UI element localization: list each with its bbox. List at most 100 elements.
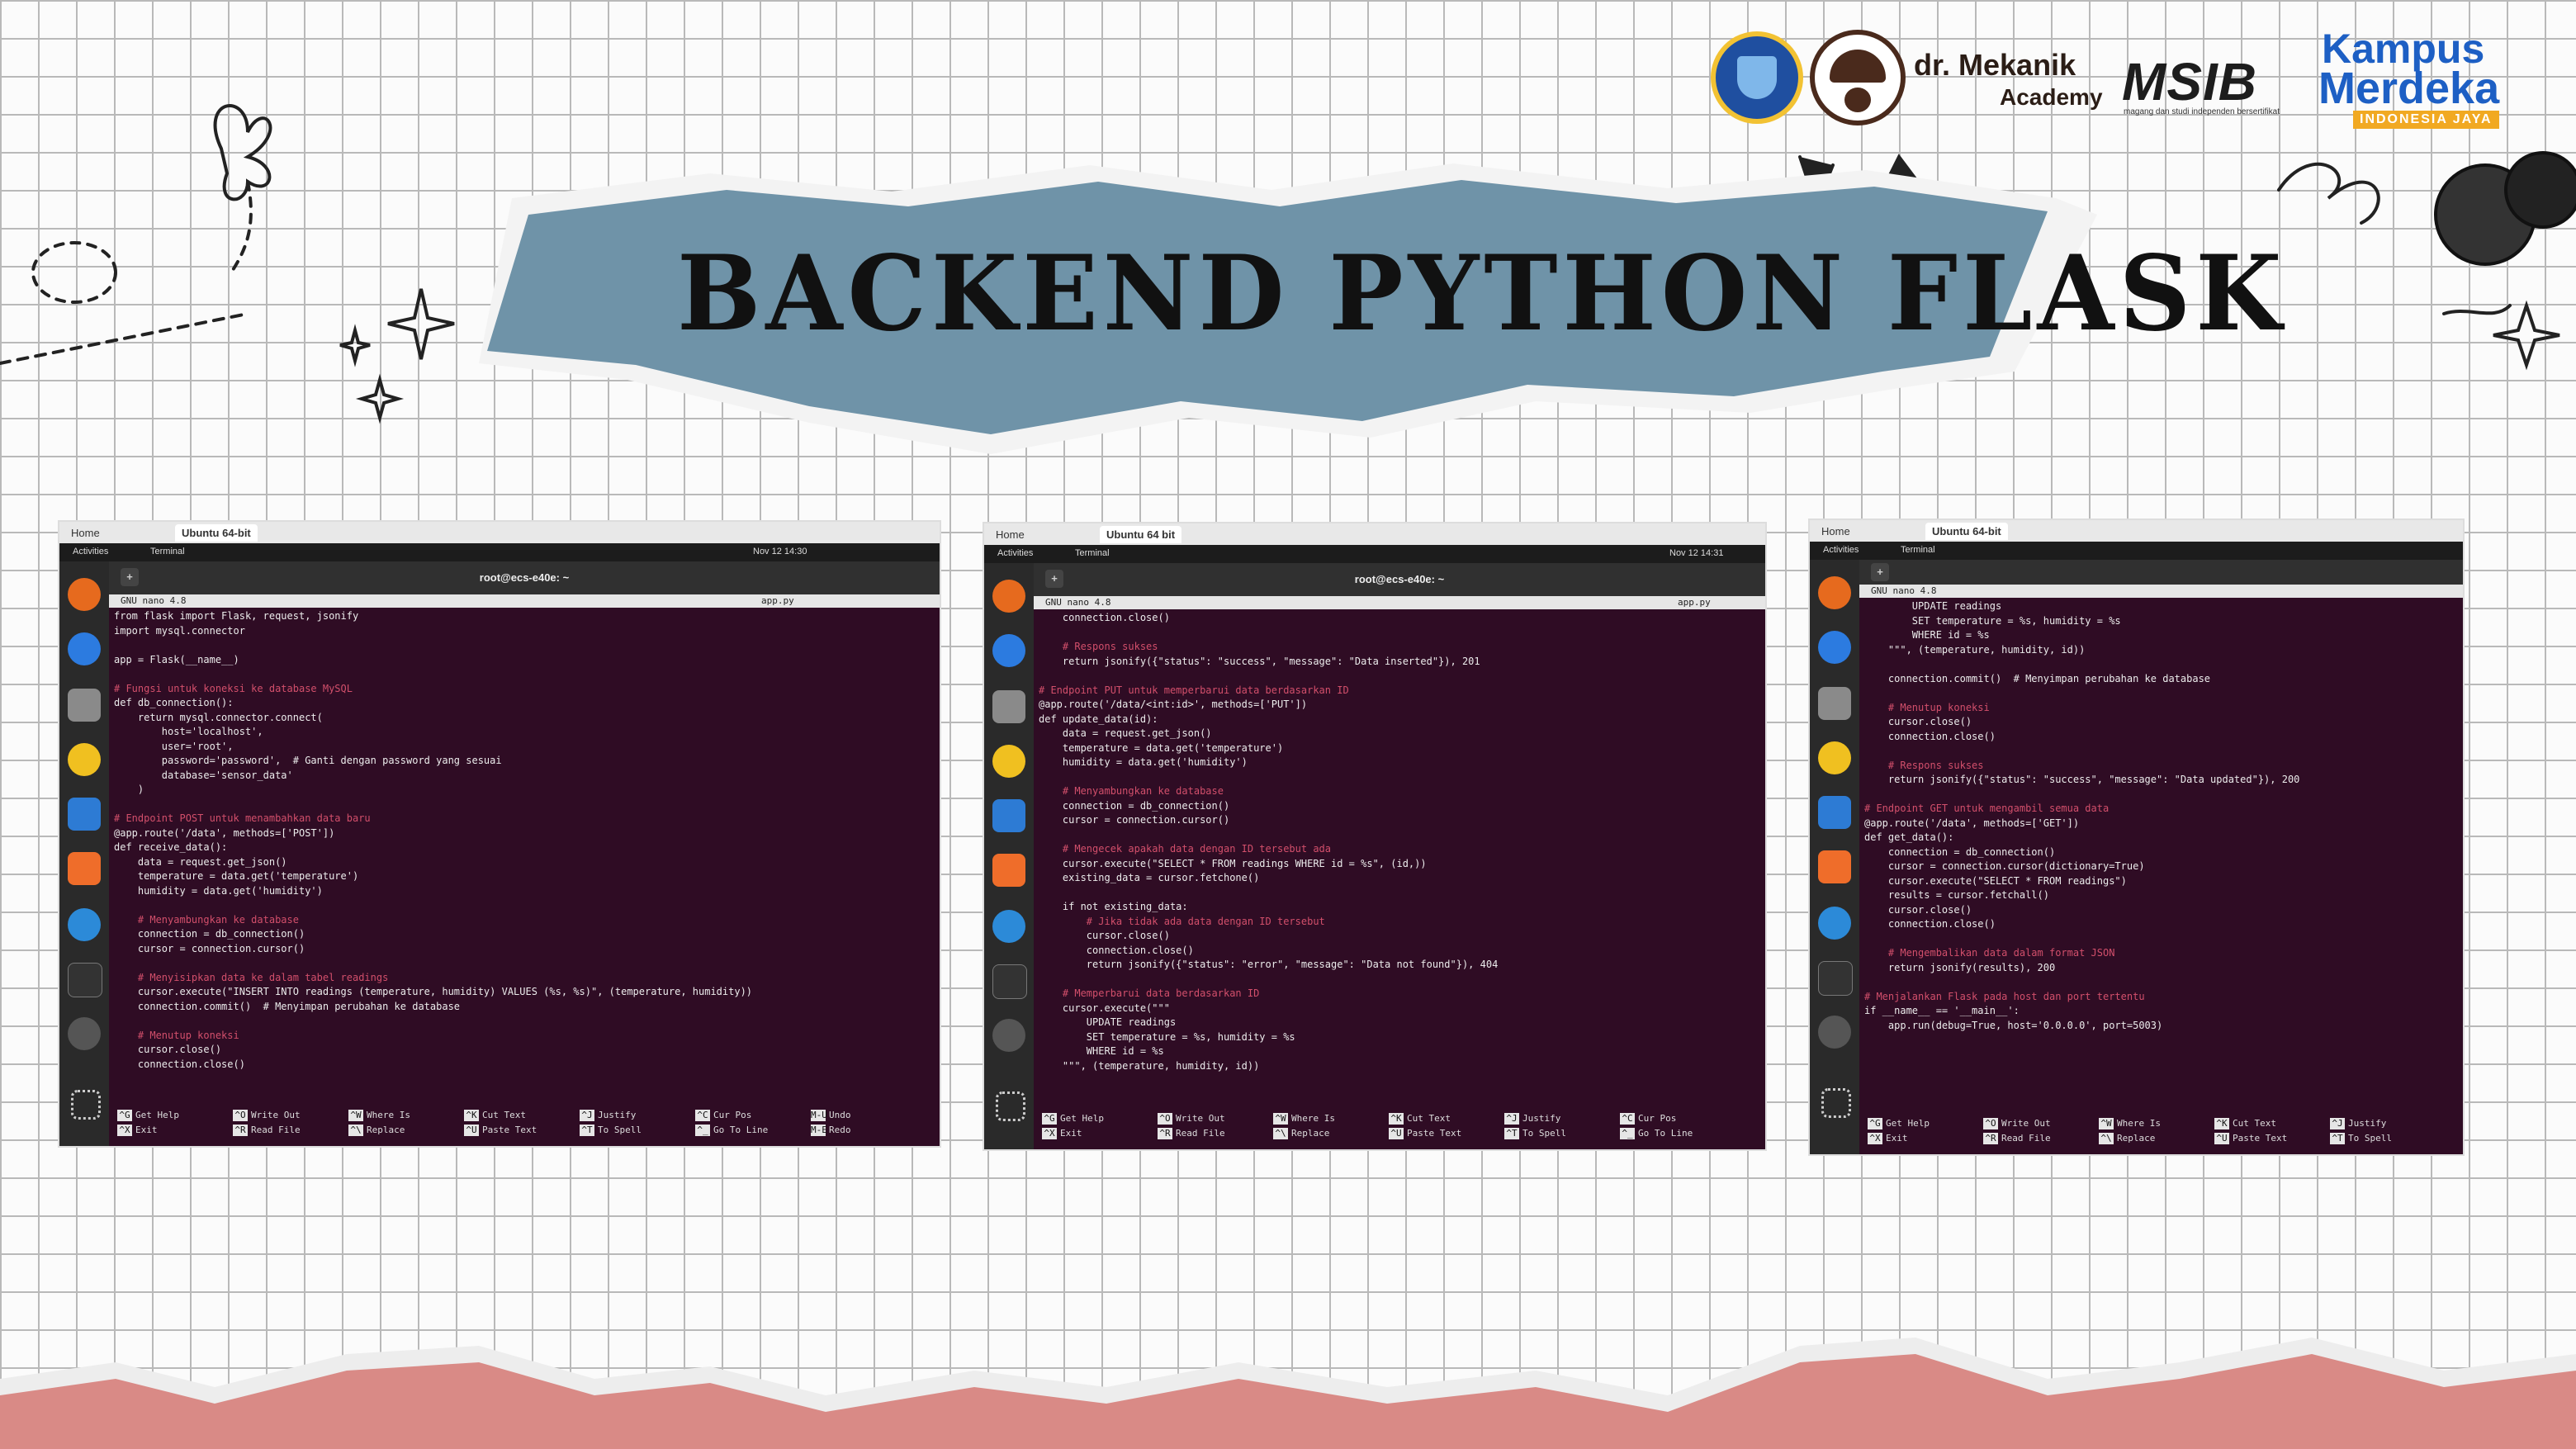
activities-button[interactable]: Activities: [73, 547, 108, 556]
shortcut-cut-text[interactable]: ^K Cut Text: [2214, 1118, 2276, 1129]
shortcut-to-spell[interactable]: ^T To Spell: [1504, 1128, 1566, 1139]
tab-home[interactable]: Home: [64, 524, 107, 542]
rhythmbox-icon[interactable]: [1818, 741, 1851, 774]
shortcut-cur-pos[interactable]: ^C Cur Pos: [1620, 1113, 1676, 1125]
files-icon[interactable]: [992, 690, 1025, 723]
shortcut-justify[interactable]: ^J Justify: [1504, 1113, 1560, 1125]
nano-version: GNU nano 4.8: [1871, 585, 1937, 596]
shortcut-read-file[interactable]: ^R Read File: [1983, 1133, 2051, 1144]
updater-icon[interactable]: [992, 1019, 1025, 1052]
code-editor[interactable]: from flask import Flask, request, jsonif…: [109, 609, 940, 1103]
terminal-icon[interactable]: [1818, 961, 1853, 996]
shortcut-paste-text[interactable]: ^U Paste Text: [1389, 1128, 1461, 1139]
code-line: # Fungsi untuk koneksi ke database MySQL: [114, 682, 353, 694]
terminal-app-label[interactable]: Terminal: [1901, 545, 1935, 555]
shortcut-where-is[interactable]: ^W Where Is: [1273, 1113, 1335, 1125]
shortcut-paste-text[interactable]: ^U Paste Text: [2214, 1133, 2287, 1144]
terminal-app-label[interactable]: Terminal: [1075, 548, 1110, 558]
shortcut-to-spell[interactable]: ^T To Spell: [580, 1125, 642, 1136]
code-line: # Menutup koneksi: [1864, 701, 1990, 713]
tab-home[interactable]: Home: [989, 526, 1031, 543]
tab-ubuntu[interactable]: Ubuntu 64-bit: [175, 524, 258, 542]
code-editor[interactable]: connection.close() # Respons sukses retu…: [1034, 611, 1765, 1106]
shortcut-write-out[interactable]: ^O Write Out: [233, 1110, 301, 1121]
app-grid-icon[interactable]: [71, 1090, 101, 1120]
shortcut-key: ^K: [464, 1110, 479, 1121]
updater-icon[interactable]: [68, 1017, 101, 1050]
app-grid-icon[interactable]: [1821, 1088, 1851, 1118]
tab-ubuntu[interactable]: Ubuntu 64-bit: [1925, 523, 2008, 540]
thunderbird-icon[interactable]: [992, 634, 1025, 667]
writer-icon[interactable]: [68, 798, 101, 831]
shortcut-justify[interactable]: ^J Justify: [580, 1110, 636, 1121]
shortcut-undo[interactable]: M-U Undo: [811, 1110, 851, 1121]
shortcut-get-help[interactable]: ^G Get Help: [1042, 1113, 1104, 1125]
help-icon[interactable]: [992, 910, 1025, 943]
thunderbird-icon[interactable]: [68, 632, 101, 665]
code-line: cursor.execute("SELECT * FROM readings"): [1864, 874, 2127, 887]
code-line: WHERE id = %s: [1039, 1045, 1164, 1057]
clock[interactable]: Nov 12 14:30: [753, 547, 807, 556]
shortcut-exit[interactable]: ^X Exit: [117, 1125, 158, 1136]
writer-icon[interactable]: [992, 799, 1025, 832]
shortcut-redo[interactable]: M-E Redo: [811, 1125, 851, 1136]
tab-home[interactable]: Home: [1815, 523, 1857, 540]
shortcut-go-to-line[interactable]: ^_ Go To Line: [1620, 1128, 1693, 1139]
shortcut-replace[interactable]: ^\ Replace: [1273, 1128, 1329, 1139]
software-icon[interactable]: [68, 852, 101, 885]
shortcut-write-out[interactable]: ^O Write Out: [1983, 1118, 2051, 1129]
terminal-app-label[interactable]: Terminal: [150, 547, 185, 556]
thunderbird-icon[interactable]: [1818, 631, 1851, 664]
shortcut-write-out[interactable]: ^O Write Out: [1158, 1113, 1225, 1125]
shortcut-read-file[interactable]: ^R Read File: [233, 1125, 301, 1136]
shortcut-where-is[interactable]: ^W Where Is: [2099, 1118, 2161, 1129]
shortcut-cur-pos[interactable]: ^C Cur Pos: [695, 1110, 751, 1121]
software-icon[interactable]: [992, 854, 1025, 887]
help-icon[interactable]: [1818, 907, 1851, 940]
shortcut-exit[interactable]: ^X Exit: [1042, 1128, 1082, 1139]
shortcut-where-is[interactable]: ^W Where Is: [348, 1110, 410, 1121]
code-editor[interactable]: UPDATE readings SET temperature = %s, hu…: [1859, 599, 2463, 1111]
app-grid-icon[interactable]: [996, 1091, 1025, 1121]
software-icon[interactable]: [1818, 850, 1851, 883]
updater-icon[interactable]: [1818, 1016, 1851, 1049]
ubuntu-dock: [59, 561, 109, 1146]
shortcut-get-help[interactable]: ^G Get Help: [1868, 1118, 1930, 1129]
shortcut-to-spell[interactable]: ^T To Spell: [2330, 1133, 2392, 1144]
shortcut-paste-text[interactable]: ^U Paste Text: [464, 1125, 537, 1136]
shortcut-replace[interactable]: ^\ Replace: [348, 1125, 405, 1136]
files-icon[interactable]: [68, 689, 101, 722]
shortcut-exit[interactable]: ^X Exit: [1868, 1133, 1908, 1144]
terminal-icon[interactable]: [68, 963, 102, 997]
shortcut-label: Cut Text: [482, 1110, 526, 1120]
tab-ubuntu[interactable]: Ubuntu 64 bit: [1100, 526, 1182, 543]
firefox-icon[interactable]: [68, 578, 101, 611]
shortcut-read-file[interactable]: ^R Read File: [1158, 1128, 1225, 1139]
shortcut-justify[interactable]: ^J Justify: [2330, 1118, 2386, 1129]
activities-button[interactable]: Activities: [997, 548, 1033, 558]
shortcut-cut-text[interactable]: ^K Cut Text: [1389, 1113, 1451, 1125]
code-line: cursor.close(): [114, 1044, 222, 1055]
shortcut-go-to-line[interactable]: ^_ Go To Line: [695, 1125, 768, 1136]
shortcut-replace[interactable]: ^\ Replace: [2099, 1133, 2155, 1144]
files-icon[interactable]: [1818, 687, 1851, 720]
clock[interactable]: Nov 12 14:31: [1669, 548, 1723, 558]
firefox-icon[interactable]: [992, 580, 1025, 613]
writer-icon[interactable]: [1818, 796, 1851, 829]
shortcut-cut-text[interactable]: ^K Cut Text: [464, 1110, 526, 1121]
nano-version: GNU nano 4.8: [121, 595, 187, 606]
code-line: if not existing_data:: [1039, 901, 1188, 912]
new-tab-icon[interactable]: +: [1871, 563, 1889, 581]
code-line: connection.close(): [114, 1058, 245, 1070]
rhythmbox-icon[interactable]: [68, 743, 101, 776]
help-icon[interactable]: [68, 908, 101, 941]
shortcut-get-help[interactable]: ^G Get Help: [117, 1110, 179, 1121]
code-line: # Respons sukses: [1039, 641, 1158, 652]
shortcut-label: Go To Line: [1638, 1128, 1693, 1139]
terminal-icon[interactable]: [992, 964, 1027, 999]
rhythmbox-icon[interactable]: [992, 745, 1025, 778]
activities-button[interactable]: Activities: [1823, 545, 1859, 555]
code-line: """, (temperature, humidity, id)): [1864, 643, 2086, 656]
firefox-icon[interactable]: [1818, 576, 1851, 609]
shortcut-label: Exit: [1060, 1128, 1082, 1139]
